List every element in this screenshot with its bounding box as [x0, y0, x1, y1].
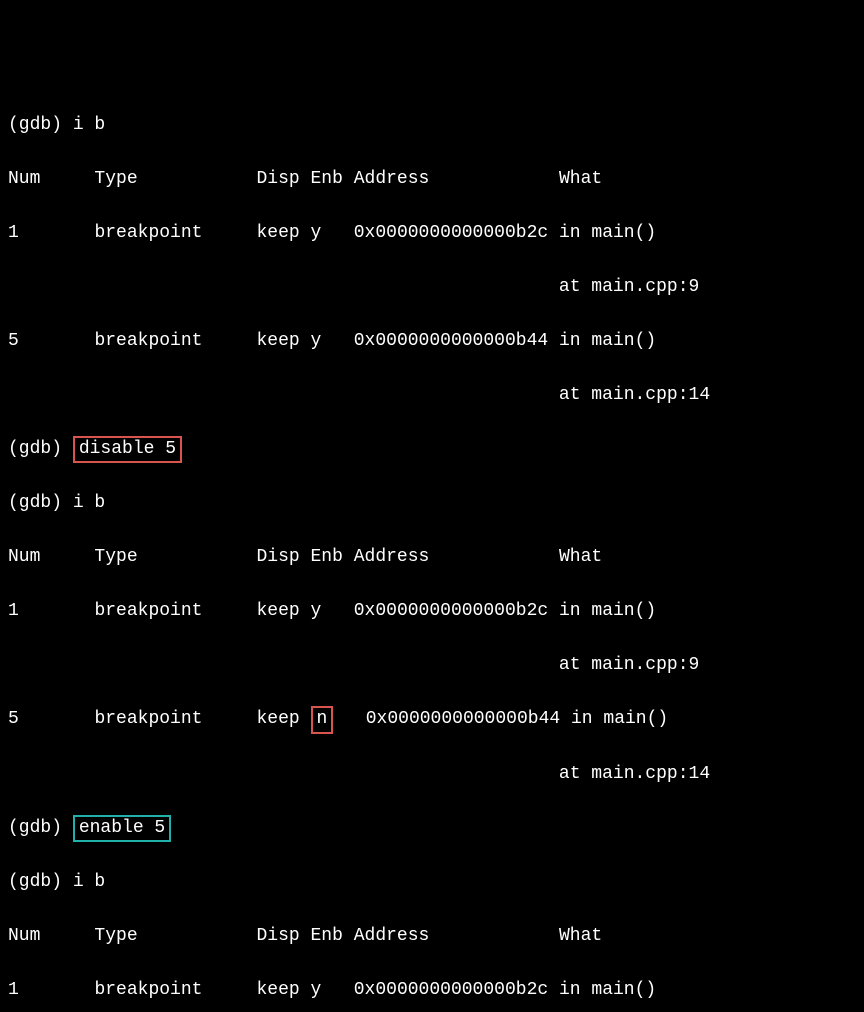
bp-num: 1 — [8, 601, 19, 621]
bp-row: 1 breakpoint keep y 0x0000000000000b2c i… — [8, 598, 856, 625]
bp-enb: y — [311, 980, 322, 1000]
bp-disp: keep — [256, 709, 299, 729]
col-enb: Enb — [311, 547, 343, 567]
bp-row-cont: at main.cpp:14 — [8, 761, 856, 788]
bp-num: 1 — [8, 223, 19, 243]
disable-command-highlight: disable 5 — [73, 436, 182, 463]
col-what: What — [559, 926, 602, 946]
gdb-command: i b — [73, 872, 105, 892]
bp-row-cont: at main.cpp:9 — [8, 274, 856, 301]
col-type: Type — [94, 547, 137, 567]
bp-row: 5 breakpoint keep n 0x0000000000000b44 i… — [8, 706, 856, 733]
bp-type: breakpoint — [94, 331, 202, 351]
col-enb: Enb — [311, 169, 343, 189]
bp-row-cont: at main.cpp:14 — [8, 382, 856, 409]
bp-type: breakpoint — [94, 709, 202, 729]
bp-addr: 0x0000000000000b44 — [354, 331, 548, 351]
col-addr: Address — [354, 547, 430, 567]
bp-addr: 0x0000000000000b2c — [354, 223, 548, 243]
gdb-line[interactable]: (gdb) disable 5 — [8, 436, 856, 463]
col-enb: Enb — [311, 926, 343, 946]
bp-addr: 0x0000000000000b2c — [354, 980, 548, 1000]
bp-type: breakpoint — [94, 980, 202, 1000]
col-addr: Address — [354, 169, 430, 189]
bp-disp: keep — [256, 601, 299, 621]
bp-disp: keep — [256, 980, 299, 1000]
col-type: Type — [94, 926, 137, 946]
bp-enb: y — [311, 223, 322, 243]
bp-what: in main() — [559, 223, 656, 243]
bp-header: Num Type Disp Enb Address What — [8, 923, 856, 950]
bp-at: at main.cpp:14 — [559, 385, 710, 405]
col-num: Num — [8, 169, 40, 189]
bp-what: in main() — [559, 980, 656, 1000]
bp-num: 5 — [8, 331, 19, 351]
bp-row: 5 breakpoint keep y 0x0000000000000b44 i… — [8, 328, 856, 355]
bp-disp: keep — [256, 331, 299, 351]
bp-what: in main() — [571, 709, 668, 729]
enable-command-highlight: enable 5 — [73, 815, 171, 842]
gdb-line[interactable]: (gdb) enable 5 — [8, 815, 856, 842]
col-what: What — [559, 547, 602, 567]
col-num: Num — [8, 926, 40, 946]
bp-what: in main() — [559, 601, 656, 621]
gdb-command: i b — [73, 493, 105, 513]
bp-row: 1 breakpoint keep y 0x0000000000000b2c i… — [8, 977, 856, 1004]
bp-enb: y — [311, 601, 322, 621]
bp-row-cont: at main.cpp:9 — [8, 652, 856, 679]
col-addr: Address — [354, 926, 430, 946]
gdb-prompt: (gdb) — [8, 115, 73, 135]
gdb-prompt: (gdb) — [8, 493, 73, 513]
gdb-line[interactable]: (gdb) i b — [8, 490, 856, 517]
bp-what: in main() — [559, 331, 656, 351]
bp-disp: keep — [256, 223, 299, 243]
bp-at: at main.cpp:9 — [559, 277, 699, 297]
gdb-prompt: (gdb) — [8, 872, 73, 892]
bp-header: Num Type Disp Enb Address What — [8, 166, 856, 193]
col-disp: Disp — [256, 547, 299, 567]
col-what: What — [559, 169, 602, 189]
bp-addr: 0x0000000000000b2c — [354, 601, 548, 621]
bp-addr: 0x0000000000000b44 — [366, 709, 560, 729]
col-num: Num — [8, 547, 40, 567]
enb-n-highlight: n — [311, 706, 334, 733]
bp-num: 5 — [8, 709, 19, 729]
gdb-line[interactable]: (gdb) i b — [8, 869, 856, 896]
bp-num: 1 — [8, 980, 19, 1000]
gdb-prompt: (gdb) — [8, 439, 73, 459]
bp-header: Num Type Disp Enb Address What — [8, 544, 856, 571]
bp-type: breakpoint — [94, 223, 202, 243]
bp-row: 1 breakpoint keep y 0x0000000000000b2c i… — [8, 220, 856, 247]
gdb-command: i b — [73, 115, 105, 135]
bp-type: breakpoint — [94, 601, 202, 621]
col-type: Type — [94, 169, 137, 189]
gdb-line[interactable]: (gdb) i b — [8, 112, 856, 139]
col-disp: Disp — [256, 926, 299, 946]
gdb-prompt: (gdb) — [8, 818, 73, 838]
bp-at: at main.cpp:9 — [559, 655, 699, 675]
col-disp: Disp — [256, 169, 299, 189]
bp-enb: y — [311, 331, 322, 351]
bp-at: at main.cpp:14 — [559, 764, 710, 784]
